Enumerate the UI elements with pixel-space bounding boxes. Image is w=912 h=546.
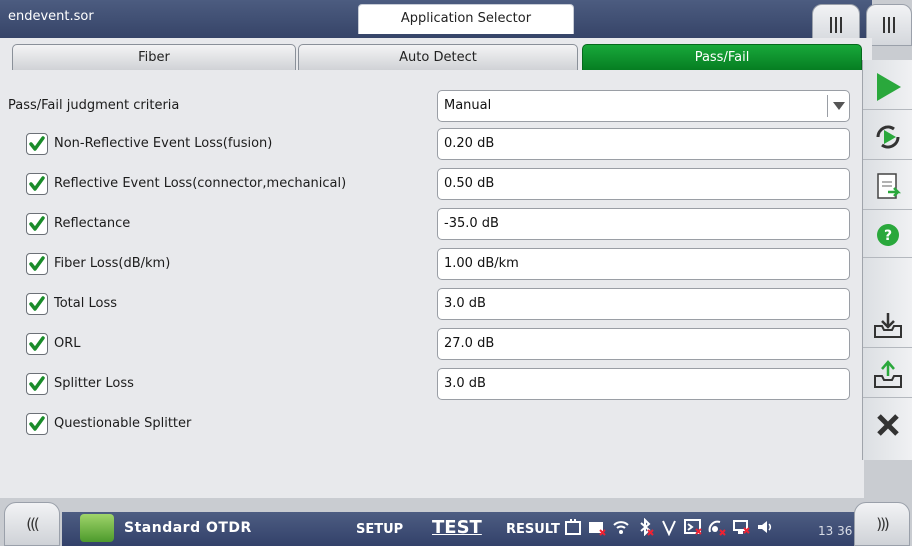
start-button[interactable] [863, 64, 912, 110]
checkmark-icon [29, 256, 45, 271]
speaker-icon [758, 521, 772, 533]
nav-setup[interactable]: SETUP [356, 522, 403, 537]
threshold-checkbox[interactable] [26, 133, 48, 155]
bluetooth-icon [640, 518, 654, 536]
save-button[interactable] [863, 302, 912, 348]
threshold-label: ORL [54, 336, 81, 351]
nav-result[interactable]: RESULT [506, 522, 560, 537]
menu-tab-right[interactable] [866, 4, 912, 46]
threshold-value-field[interactable]: 0.50 dB [437, 168, 850, 200]
tab-auto-detect[interactable]: Auto Detect [298, 44, 578, 71]
threshold-value-field[interactable]: 3.0 dB [437, 288, 850, 320]
threshold-value-field[interactable]: 27.0 dB [437, 328, 850, 360]
camera-icon [589, 522, 606, 536]
status-icons [564, 518, 774, 536]
threshold-checkbox[interactable] [26, 293, 48, 315]
nav-left-button[interactable]: ((( [4, 502, 60, 546]
close-icon [877, 414, 899, 436]
nav-test[interactable]: TEST [432, 517, 482, 538]
help-icon: ? [877, 223, 899, 246]
nav-right-button[interactable]: ))) [854, 502, 910, 546]
refresh-play-icon [876, 125, 900, 148]
threshold-label: Total Loss [54, 296, 118, 311]
checkmark-icon [29, 376, 45, 391]
upload-tray-icon [874, 359, 902, 388]
report-icon [877, 172, 902, 199]
checkmark-icon [29, 216, 45, 231]
chevron-down-icon [827, 95, 849, 117]
menu-icon [883, 17, 895, 33]
criteria-label: Pass/Fail judgment criteria [8, 98, 180, 113]
threshold-label: Fiber Loss(dB/km) [54, 256, 171, 271]
app-name[interactable]: Standard OTDR [124, 520, 252, 536]
wifi-icon [613, 521, 629, 534]
v-icon [662, 520, 676, 536]
checkmark-icon [29, 136, 45, 151]
threshold-label: Splitter Loss [54, 376, 134, 391]
close-button[interactable] [863, 402, 912, 448]
otdr-app-icon[interactable] [80, 514, 114, 542]
file-name: endevent.sor [8, 9, 94, 24]
checkmark-icon [29, 296, 45, 311]
threshold-value-field[interactable]: -35.0 dB [437, 208, 850, 240]
threshold-checkbox[interactable] [26, 373, 48, 395]
network-icon [733, 520, 750, 534]
threshold-value-field[interactable]: 0.20 dB [437, 128, 850, 160]
menu-icon [830, 17, 842, 33]
tab-fiber[interactable]: Fiber [12, 44, 296, 71]
report-button[interactable] [863, 164, 912, 210]
play-icon [877, 72, 901, 101]
help-button[interactable]: ? [863, 212, 912, 258]
criteria-value: Manual [444, 98, 492, 113]
load-button[interactable] [863, 352, 912, 398]
application-selector-button[interactable]: Application Selector [358, 4, 574, 34]
tab-pass-fail[interactable]: Pass/Fail [582, 44, 862, 71]
threshold-value-field[interactable]: 1.00 dB/km [437, 248, 850, 280]
threshold-label: Non-Reflective Event Loss(fusion) [54, 136, 273, 151]
threshold-checkbox[interactable] [26, 173, 48, 195]
threshold-checkbox[interactable] [26, 253, 48, 275]
terminal-icon [684, 519, 702, 535]
checkmark-icon [29, 336, 45, 351]
criteria-dropdown[interactable]: Manual [437, 90, 850, 122]
threshold-checkbox[interactable] [26, 413, 48, 435]
threshold-checkbox[interactable] [26, 333, 48, 355]
threshold-value-field[interactable]: 3.0 dB [437, 368, 850, 400]
clock: 13 36 [818, 524, 853, 538]
realtime-button[interactable] [863, 114, 912, 160]
power-plug-icon [565, 519, 581, 535]
checkmark-icon [29, 416, 45, 431]
satellite-icon [708, 520, 726, 536]
save-tray-icon [874, 312, 902, 338]
threshold-label: Reflectance [54, 216, 131, 231]
svg-text:?: ? [884, 228, 892, 244]
threshold-checkbox[interactable] [26, 213, 48, 235]
threshold-label: Reflective Event Loss(connector,mechanic… [54, 176, 347, 191]
checkmark-icon [29, 176, 45, 191]
threshold-label: Questionable Splitter [54, 416, 192, 431]
right-toolbar: ? [862, 60, 912, 460]
